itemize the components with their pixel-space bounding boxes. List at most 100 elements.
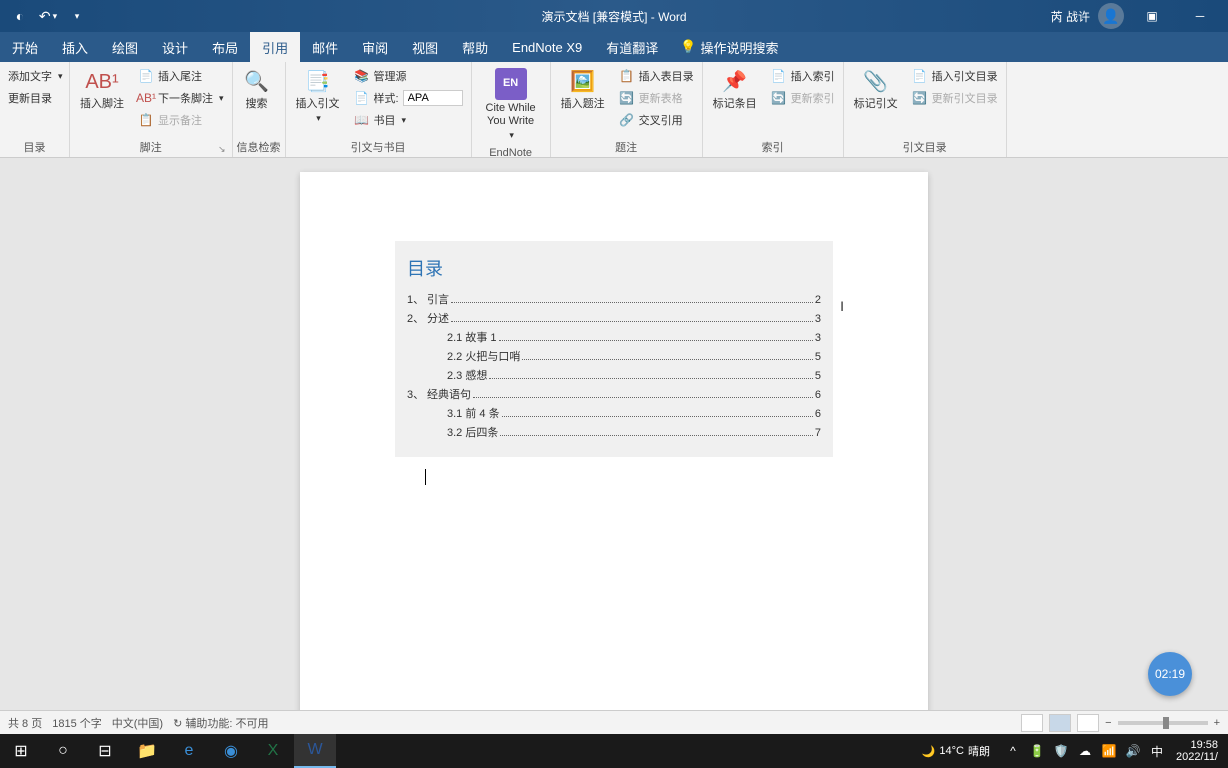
minimize-button[interactable]: ─ [1180, 0, 1220, 32]
task-view-button[interactable]: ⊟ [84, 734, 126, 768]
undo-button[interactable]: ↶▾ [36, 4, 60, 28]
toc-entry-page: 5 [815, 370, 821, 382]
toc-leader-dots [451, 321, 813, 322]
accessibility-status[interactable]: ↻ 辅助功能: 不可用 [173, 715, 268, 731]
cite-while-write-button[interactable]: EN Cite While You Write▾ [476, 64, 546, 145]
tab-start[interactable]: 开始 [0, 32, 50, 62]
i-beam-cursor-icon: I [840, 298, 844, 314]
manage-sources-icon: 📚 [354, 68, 370, 84]
toc-field[interactable]: 目录 1、引言2 2、分述3 2.1 故事 13 2.2 火把与口哨5 2.3 感想 5 3… [395, 241, 833, 457]
web-layout-button[interactable] [1077, 714, 1099, 732]
citation-style-select[interactable]: 📄样式: [350, 88, 467, 108]
manage-sources-button[interactable]: 📚管理源 [350, 66, 467, 86]
add-text-button[interactable]: 添加文字▾ [4, 66, 67, 86]
toc-entry-page: 2 [815, 294, 821, 306]
tray-battery-icon[interactable]: 🔋 [1028, 744, 1046, 758]
update-index-button[interactable]: 🔄更新索引 [767, 88, 839, 108]
insert-authorities-icon: 📄 [912, 68, 928, 84]
autosave-icon[interactable]: ◐ [8, 4, 32, 28]
lightbulb-icon: 💡 [680, 39, 696, 55]
qat-customize[interactable]: ▾ [64, 4, 88, 28]
tab-help[interactable]: 帮助 [450, 32, 500, 62]
toc-entry[interactable]: 2.1 故事 13 [407, 329, 821, 345]
insert-authorities-button[interactable]: 📄插入引文目录 [908, 66, 1002, 86]
ie-button[interactable]: e [168, 734, 210, 768]
page-count[interactable]: 共 8 页 [8, 715, 42, 731]
read-mode-button[interactable] [1021, 714, 1043, 732]
tab-references[interactable]: 引用 [250, 32, 300, 62]
toc-entry[interactable]: 3.2 后四条7 [407, 424, 821, 440]
table-figures-icon: 📋 [619, 68, 635, 84]
next-footnote-button[interactable]: AB¹下一条脚注▾ [134, 88, 228, 108]
insert-table-figures-button[interactable]: 📋插入表目录 [615, 66, 698, 86]
tab-endnote[interactable]: EndNote X9 [500, 32, 594, 62]
user-avatar-icon[interactable]: 👤 [1098, 3, 1124, 29]
tab-youdao[interactable]: 有道翻译 [594, 32, 670, 62]
toc-entry[interactable]: 2.2 火把与口哨5 [407, 348, 821, 364]
ribbon-tabs: 开始 插入 绘图 设计 布局 引用 邮件 审阅 视图 帮助 EndNote X9… [0, 32, 1228, 62]
weather-widget[interactable]: 🌙 14°C 晴朗 [914, 743, 998, 759]
tab-draw[interactable]: 绘图 [100, 32, 150, 62]
tray-wifi-icon[interactable]: 📶 [1100, 744, 1118, 758]
tab-view[interactable]: 视图 [400, 32, 450, 62]
document-area[interactable]: 目录 1、引言2 2、分述3 2.1 故事 13 2.2 火把与口哨5 2.3 感想 5 3… [0, 158, 1228, 734]
clock[interactable]: 19:58 2022/11/ [1172, 739, 1222, 763]
word-button[interactable]: W [294, 734, 336, 768]
word-count[interactable]: 1815 个字 [52, 715, 102, 731]
style-dropdown[interactable] [403, 90, 463, 106]
tray-shield-icon[interactable]: 🛡️ [1052, 744, 1070, 758]
zoom-in-button[interactable]: + [1214, 717, 1220, 729]
insert-caption-button[interactable]: 🖼️ 插入题注 [555, 64, 611, 115]
ribbon-display-button[interactable]: ▣ [1132, 0, 1172, 32]
tab-layout[interactable]: 布局 [200, 32, 250, 62]
toc-entry[interactable]: 3.1 前 4 条6 [407, 405, 821, 421]
edge-button[interactable]: ◉ [210, 734, 252, 768]
tray-chevron-icon[interactable]: ^ [1004, 744, 1022, 758]
insert-endnote-button[interactable]: 📄插入尾注 [134, 66, 228, 86]
toc-entry-text: 3.1 前 4 条 [447, 405, 500, 421]
tab-mail[interactable]: 邮件 [300, 32, 350, 62]
toc-entry-text: 2.3 感想 [447, 367, 487, 383]
document-page[interactable]: 目录 1、引言2 2、分述3 2.1 故事 13 2.2 火把与口哨5 2.3 感想 5 3… [300, 172, 928, 734]
mark-entry-button[interactable]: 📌 标记条目 [707, 64, 763, 115]
toc-title: 目录 [407, 255, 821, 281]
insert-citation-button[interactable]: 📑 插入引文▾ [290, 64, 346, 128]
insert-footnote-button[interactable]: AB¹ 插入脚注 [74, 64, 130, 115]
tell-me-search[interactable]: 💡 操作说明搜索 [670, 32, 788, 62]
user-name[interactable]: 芮 战许 [1051, 8, 1090, 25]
tray-ime-button[interactable]: 中 [1148, 743, 1166, 760]
search-taskbar-button[interactable]: ○ [42, 734, 84, 768]
tray-volume-icon[interactable]: 🔊 [1124, 744, 1142, 758]
tray-onedrive-icon[interactable]: ☁ [1076, 744, 1094, 758]
file-explorer-button[interactable]: 📁 [126, 734, 168, 768]
toc-entry[interactable]: 2、分述3 [407, 310, 821, 326]
zoom-out-button[interactable]: − [1105, 717, 1111, 729]
tab-review[interactable]: 审阅 [350, 32, 400, 62]
footnote-launcher[interactable]: ↘ [218, 144, 226, 155]
update-authorities-button[interactable]: 🔄更新引文目录 [908, 88, 1002, 108]
insert-index-button[interactable]: 📄插入索引 [767, 66, 839, 86]
start-button[interactable]: ⊞ [0, 734, 42, 768]
mark-citation-button[interactable]: 📎 标记引文 [848, 64, 904, 115]
toc-entry[interactable]: 3、经典语句6 [407, 386, 821, 402]
update-table-icon: 🔄 [619, 90, 635, 106]
excel-button[interactable]: X [252, 734, 294, 768]
tab-insert[interactable]: 插入 [50, 32, 100, 62]
language-status[interactable]: 中文(中国) [112, 715, 163, 731]
group-label-footnote: 脚注↘ [74, 137, 228, 157]
toc-leader-dots [473, 397, 813, 398]
timer-overlay[interactable]: 02:19 [1148, 652, 1192, 696]
tab-design[interactable]: 设计 [150, 32, 200, 62]
bibliography-button[interactable]: 📖书目▾ [350, 110, 467, 130]
cross-reference-button[interactable]: 🔗交叉引用 [615, 110, 698, 130]
insert-index-icon: 📄 [771, 68, 787, 84]
show-notes-button[interactable]: 📋显示备注 [134, 110, 228, 130]
toc-entry[interactable]: 1、引言2 [407, 291, 821, 307]
toc-entry-text: 2.1 故事 1 [447, 329, 497, 345]
update-table-button[interactable]: 🔄更新表格 [615, 88, 698, 108]
update-toc-button[interactable]: 更新目录 [4, 88, 67, 108]
print-layout-button[interactable] [1049, 714, 1071, 732]
search-button[interactable]: 🔍 搜索 [237, 64, 277, 115]
zoom-slider[interactable] [1118, 721, 1208, 725]
toc-entry[interactable]: 2.3 感想 5 [407, 367, 821, 383]
